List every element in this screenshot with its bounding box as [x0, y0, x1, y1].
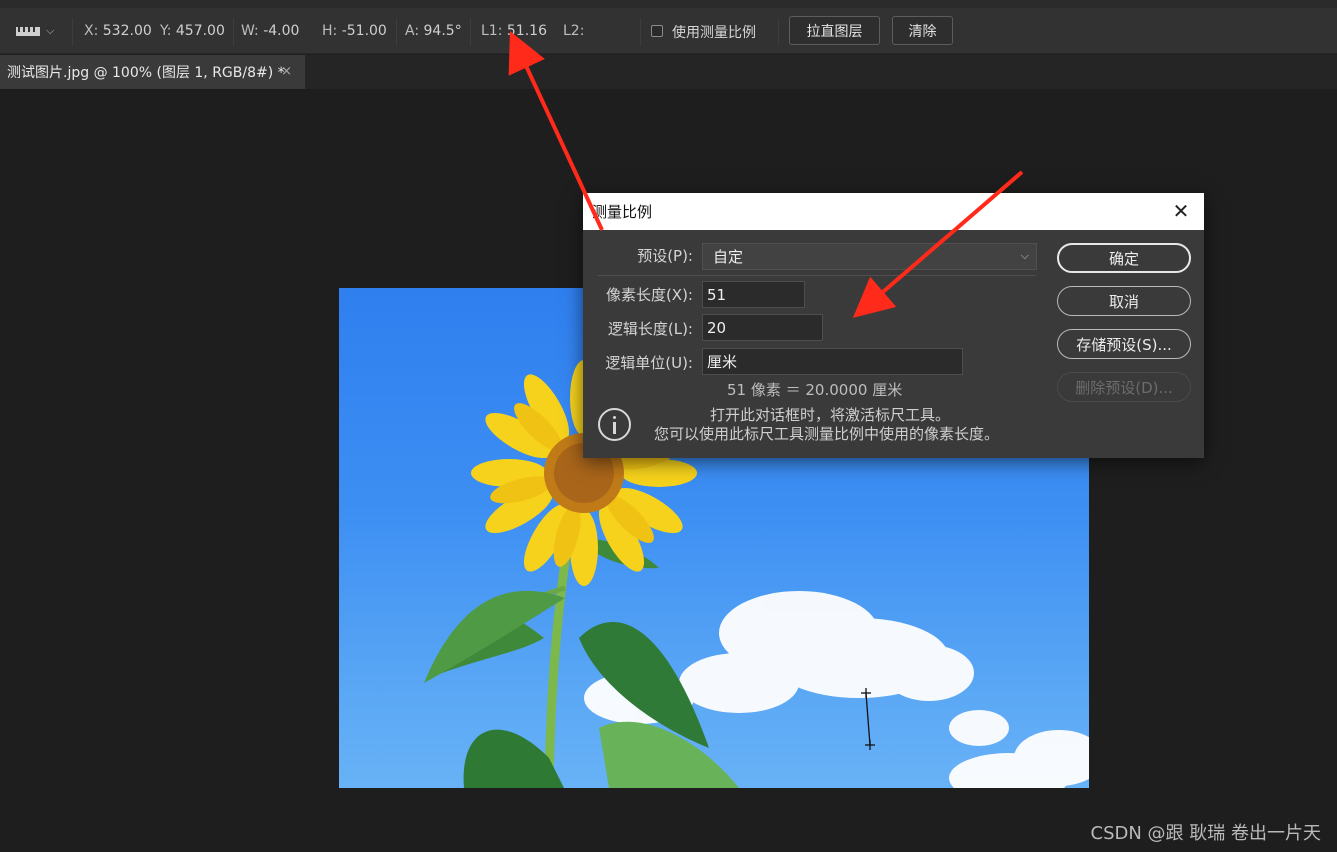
save-preset-button[interactable]: 存储预设(S)... — [1057, 329, 1191, 359]
divider — [233, 18, 234, 46]
info-icon — [598, 408, 631, 441]
close-icon[interactable]: × — [281, 64, 292, 79]
ok-button[interactable]: 确定 — [1057, 243, 1191, 273]
delete-preset-button: 删除预设(D)... — [1057, 372, 1191, 402]
info-text-line1: 打开此对话框时，将激活标尺工具。 — [710, 406, 951, 424]
info-text-line2: 您可以使用此标尺工具测量比例中使用的像素长度。 — [654, 425, 1000, 443]
divider — [640, 18, 641, 46]
watermark: CSDN @跟 耿瑞 卷出一片天 — [1090, 823, 1321, 844]
dialog-title: 测量比例 — [592, 203, 653, 221]
pixel-length-field[interactable]: 51 — [702, 281, 805, 308]
tool-preset-picker[interactable]: ⌵ — [10, 18, 66, 44]
dialog-title-bar[interactable]: 测量比例 ✕ — [583, 193, 1204, 230]
divider — [470, 18, 471, 46]
measurement-scale-dialog: 测量比例 ✕ 预设(P): 自定 ⌵ 像素长度(X): 51 逻辑长度(L): … — [583, 193, 1204, 458]
preset-label: 预设(P): — [637, 247, 693, 265]
angle-readout: A: 94.5° — [405, 23, 462, 39]
logical-units-field[interactable]: 厘米 — [702, 348, 963, 375]
x-readout: X: 532.00 — [84, 23, 152, 39]
preset-select[interactable]: 自定 ⌵ — [702, 243, 1037, 270]
clear-button[interactable]: 清除 — [892, 16, 953, 45]
divider — [396, 18, 397, 46]
ruler-icon — [16, 26, 40, 36]
pixel-length-label: 像素长度(X): — [605, 286, 693, 304]
chevron-down-icon: ⌵ — [1020, 249, 1029, 262]
cancel-button[interactable]: 取消 — [1057, 286, 1191, 316]
divider — [778, 18, 779, 46]
straighten-layer-button[interactable]: 拉直图层 — [789, 16, 880, 45]
window-top-strip — [0, 0, 1337, 8]
divider — [72, 18, 73, 46]
logical-units-label: 逻辑单位(U): — [605, 354, 693, 372]
w-readout: W: -4.00 — [241, 23, 300, 39]
logical-length-field[interactable]: 20 — [702, 314, 823, 341]
close-icon[interactable]: ✕ — [1170, 200, 1192, 222]
logical-length-label: 逻辑长度(L): — [607, 320, 693, 338]
use-measurement-scale-label[interactable]: 使用测量比例 — [672, 22, 756, 42]
chevron-down-icon: ⌵ — [46, 24, 55, 37]
y-readout: Y: 457.00 — [160, 23, 225, 39]
options-bar: ⌵ X: 532.00 Y: 457.00 W: -4.00 H: -51.00… — [0, 8, 1337, 54]
document-tab-title: 测试图片.jpg @ 100% (图层 1, RGB/8#) * — [7, 65, 285, 81]
use-measurement-scale-checkbox[interactable] — [651, 25, 663, 37]
h-readout: H: -51.00 — [322, 23, 387, 39]
l1-readout: L1: 51.16 — [481, 23, 547, 39]
document-tab-bar: 测试图片.jpg @ 100% (图层 1, RGB/8#) * × — [0, 55, 1337, 89]
preset-select-value: 自定 — [713, 248, 744, 266]
l2-readout: L2: — [563, 23, 585, 39]
conversion-summary: 51 像素 ＝ 20.0000 厘米 — [727, 381, 903, 399]
document-tab[interactable]: 测试图片.jpg @ 100% (图层 1, RGB/8#) * × — [0, 55, 305, 89]
divider — [598, 275, 1036, 276]
